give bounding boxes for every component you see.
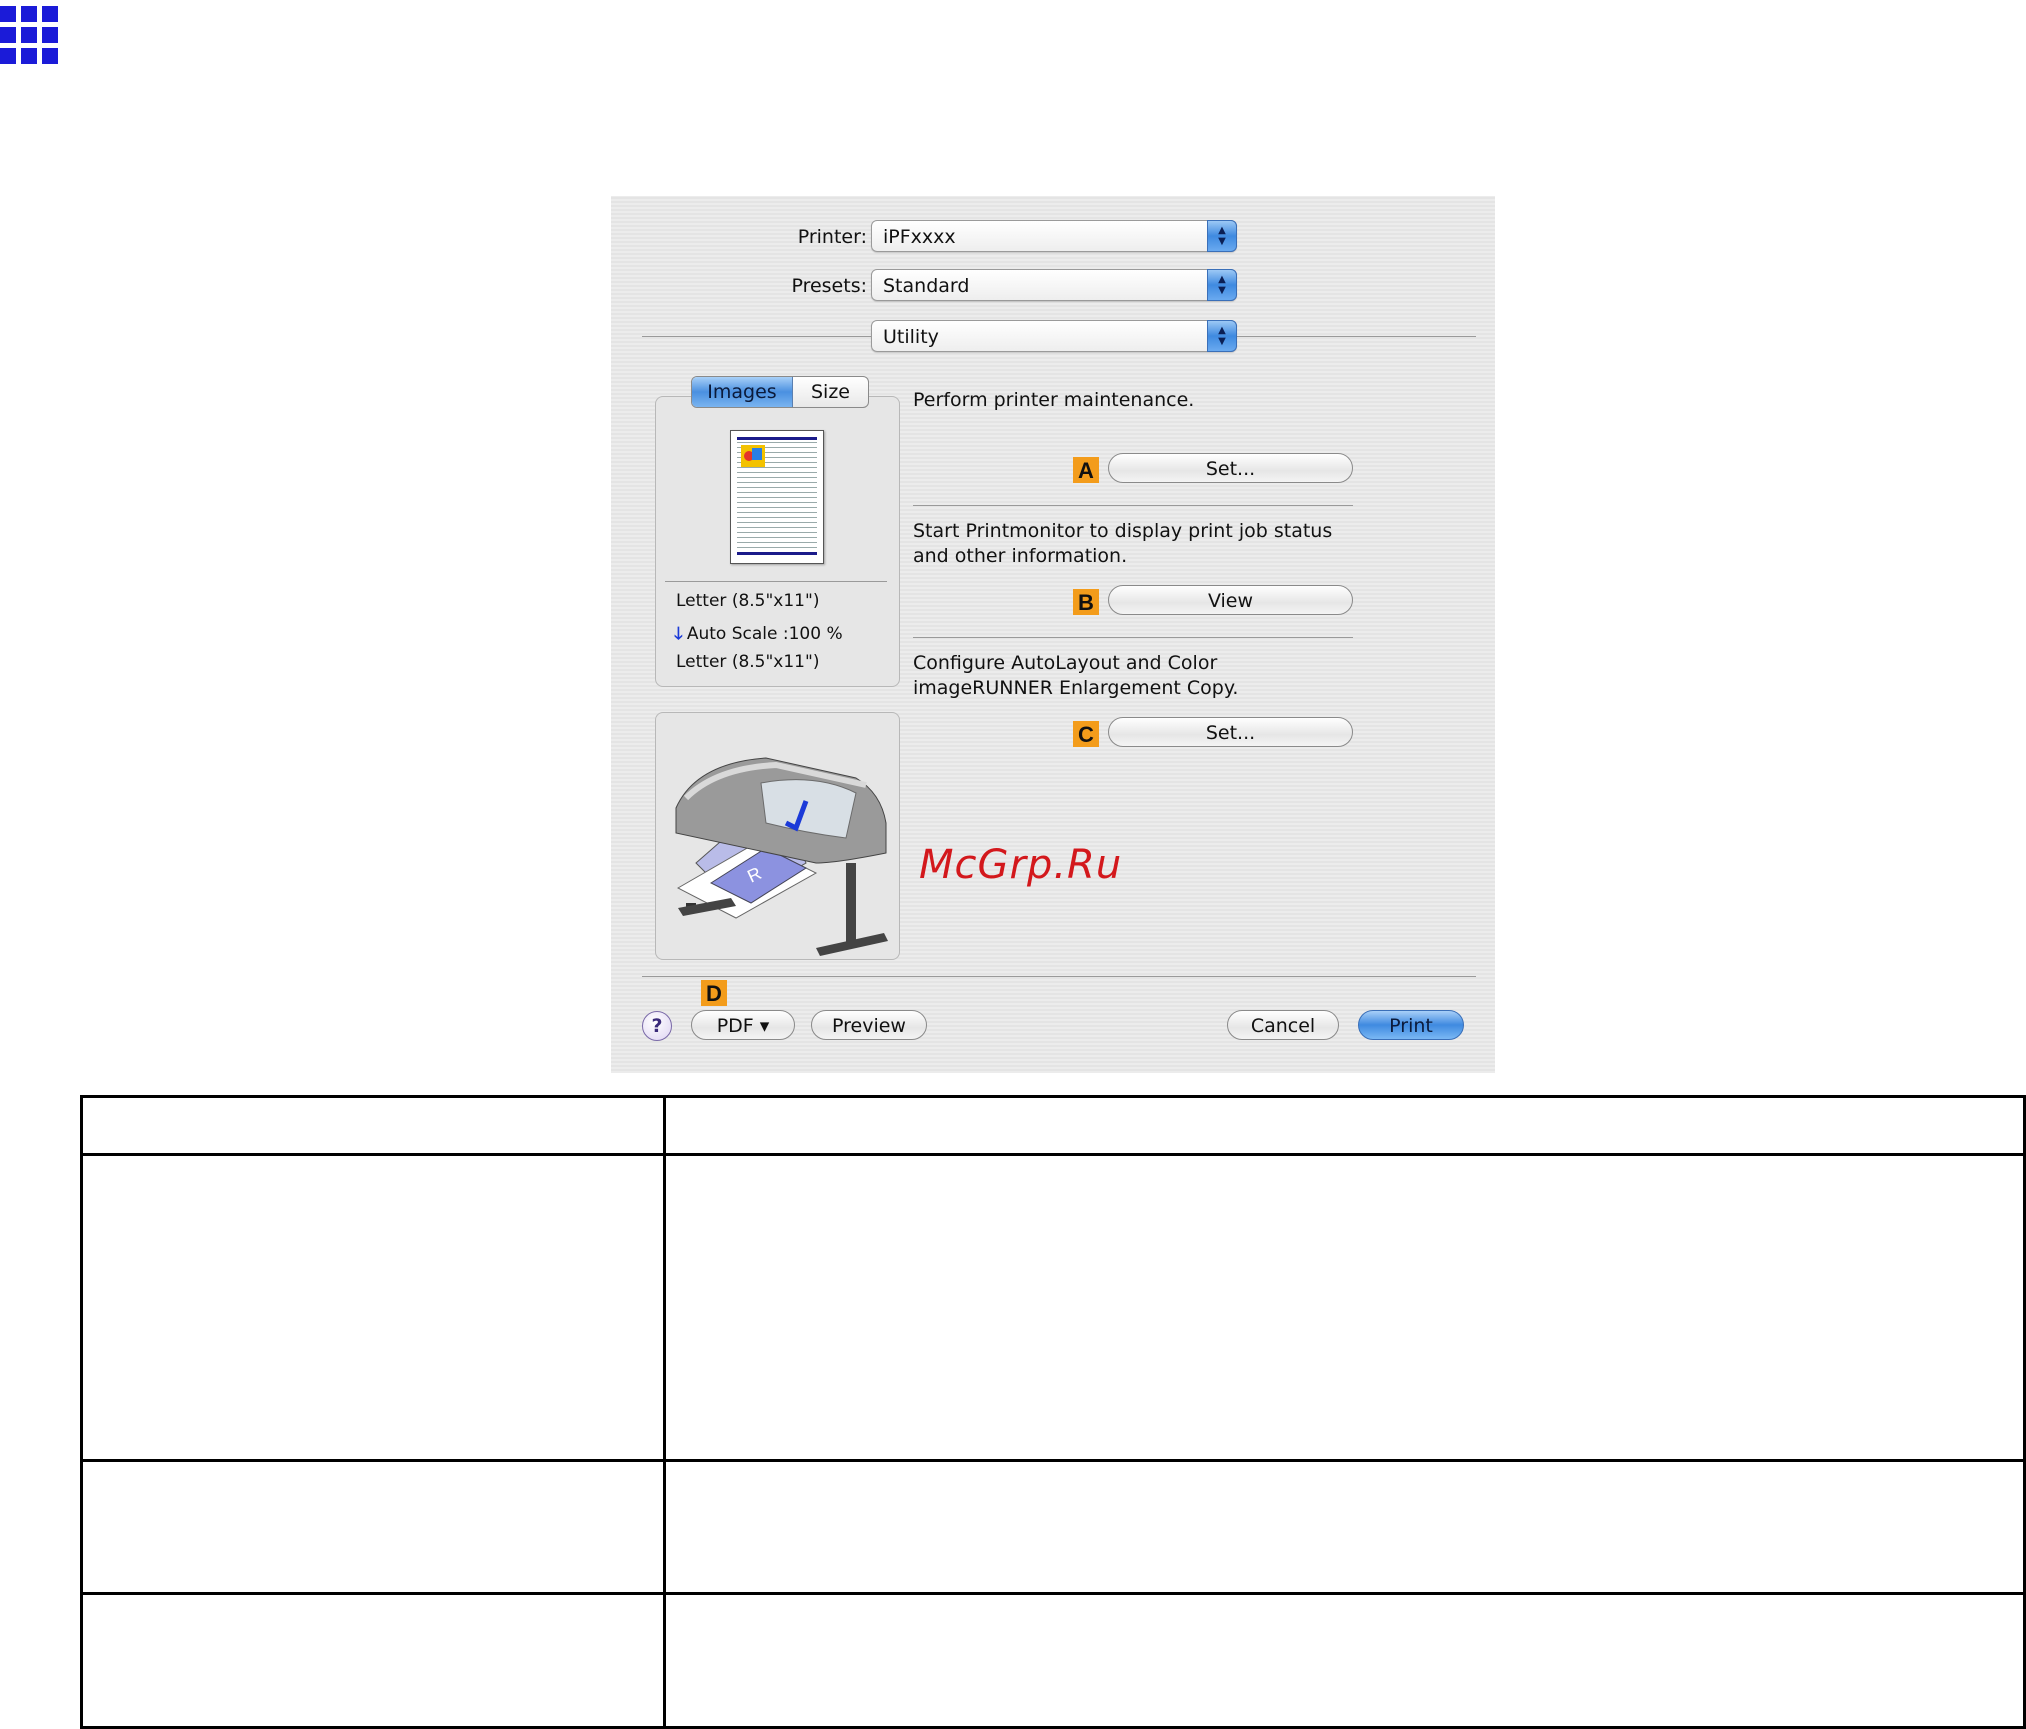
table-cell [663,1153,2026,1462]
table-row [80,1095,2026,1156]
tag-c: C [1073,721,1099,747]
table-cell [80,1095,666,1156]
printer-value: iPFxxxx [883,226,956,248]
presets-label: Presets: [791,275,867,297]
printer-illustration-icon: R [675,757,888,956]
presets-value: Standard [883,275,970,297]
page-preview [730,430,824,564]
presets-popup[interactable]: Standard ▲ ▼ [871,269,1237,301]
paper-size-in: Letter (8.5"x11") [676,591,820,611]
table-cell [80,1459,666,1595]
preview-divider [665,581,887,582]
tag-b: B [1073,589,1099,615]
pdf-button[interactable]: PDF ▾ [691,1010,795,1040]
scale-value: Auto Scale :100 % [686,624,843,644]
section-divider [913,637,1353,638]
watermark: McGrp.Ru [919,842,1123,888]
description-table [80,1095,2026,1729]
paper-size-out: Letter (8.5"x11") [676,652,820,672]
preview-tabs: Images Size [691,376,869,408]
tab-images[interactable]: Images [692,377,793,407]
print-dialog: Printer: iPFxxxx ▲ ▼ Presets: Standard ▲ ▼… [611,196,1495,1073]
arrow-down-icon: 🡓 [674,624,683,644]
popup-stepper-icon: ▲ ▼ [1207,269,1237,301]
printer-label: Printer: [797,226,867,248]
tag-a: A [1073,457,1099,483]
print-button[interactable]: Print [1358,1010,1464,1040]
table-cell [663,1592,2026,1729]
section-a-description: Perform printer maintenance. [913,389,1195,411]
autolayout-set-button[interactable]: Set... [1108,717,1353,747]
table-cell [80,1592,666,1729]
popup-stepper-icon: ▲ ▼ [1207,220,1237,252]
panel-popup[interactable]: Utility ▲ ▼ [871,320,1237,352]
scale-info: 🡓 Auto Scale :100 % [674,621,843,650]
printer-illustration-box: R [655,712,900,960]
table-cell [663,1095,2026,1156]
section-c-description: Configure AutoLayout and Color imageRUNN… [913,652,1239,699]
section-divider [913,505,1353,506]
table-cell [663,1459,2026,1595]
table-row [80,1153,2026,1462]
table-cell [80,1153,666,1462]
section-b-description: Start Printmonitor to display print job … [913,520,1333,567]
grid-icon[interactable] [0,6,58,64]
table-row [80,1459,2026,1595]
maintenance-set-button[interactable]: Set... [1108,453,1353,483]
image-thumbnail-icon [741,445,765,467]
footer-divider [642,976,1476,977]
popup-stepper-icon: ▲ ▼ [1207,320,1237,352]
printmonitor-view-button[interactable]: View [1108,585,1353,615]
tag-d: D [701,980,727,1006]
tab-size[interactable]: Size [793,377,868,407]
cancel-button[interactable]: Cancel [1227,1010,1339,1040]
preview-button[interactable]: Preview [811,1010,927,1040]
panel-value: Utility [883,326,939,348]
printer-popup[interactable]: iPFxxxx ▲ ▼ [871,220,1237,252]
help-icon[interactable]: ? [642,1011,672,1041]
table-row [80,1592,2026,1729]
